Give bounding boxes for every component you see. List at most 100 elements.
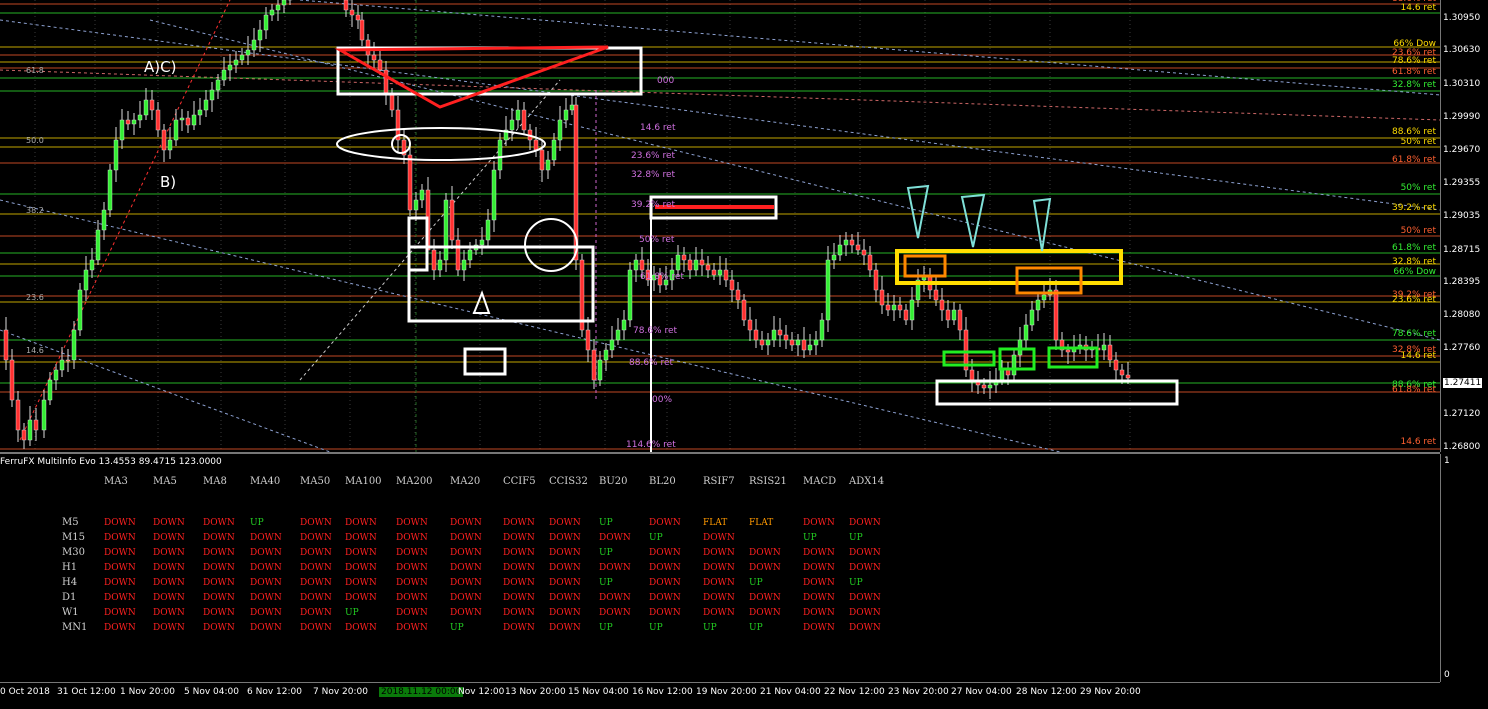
candle-down <box>521 109 527 131</box>
signal-cell: DOWN <box>396 533 428 543</box>
timeframe-label: H1 <box>62 562 78 573</box>
candle-up <box>557 119 563 141</box>
signal-cell: DOWN <box>549 623 581 633</box>
candle-down <box>873 269 879 291</box>
signal-cell: DOWN <box>250 563 282 573</box>
candle-up <box>203 99 209 111</box>
candle-up <box>239 54 245 61</box>
candle-down <box>753 329 759 341</box>
signal-cell: DOWN <box>450 608 482 618</box>
candle-down <box>855 244 861 251</box>
candle-up <box>245 49 251 56</box>
candle-down <box>1065 349 1071 353</box>
right-level-label: 78.6% ret <box>1391 329 1436 339</box>
price-axis[interactable]: 1.30950 1.30630 1.30310 1.29990 1.29670 1.293… <box>1440 0 1488 452</box>
main-price-plot[interactable]: A)C) B) 61.8 50.0 38.2 23.6 14.6 000 14.6 ret… <box>0 0 1440 452</box>
column-header: CCIF5 <box>503 476 536 487</box>
signal-cell: DOWN <box>104 548 136 558</box>
column-header: MA5 <box>153 476 177 487</box>
signal-cell: DOWN <box>549 533 581 543</box>
candle-down <box>33 419 39 431</box>
candle-up <box>173 119 179 141</box>
candle-up <box>419 189 425 201</box>
time-label: 19 Nov 20:00 <box>696 687 757 697</box>
signal-cell: UP <box>749 623 763 633</box>
chart-window[interactable]: A)C) B) 61.8 50.0 38.2 23.6 14.6 000 14.6 ret… <box>0 0 1488 708</box>
right-level-label: 14.6 ret <box>1400 351 1436 361</box>
signal-cell: DOWN <box>849 518 881 528</box>
candle-down <box>1113 359 1119 371</box>
signal-cell: UP <box>649 533 663 543</box>
column-header: MA200 <box>396 476 433 487</box>
right-level-label: 78.6% ret <box>1391 56 1436 66</box>
candle-down <box>1107 344 1113 361</box>
signal-cell: DOWN <box>104 563 136 573</box>
white-ellipse <box>336 127 546 161</box>
signal-cell: DOWN <box>503 533 535 543</box>
candle-up <box>275 4 281 11</box>
signal-cell: DOWN <box>153 533 185 543</box>
timeframe-label: MN1 <box>62 622 88 633</box>
candle-up <box>771 329 777 341</box>
time-axis[interactable]: 0 Oct 2018 31 Oct 12:00 1 Nov 20:00 5 Nov 0… <box>0 682 1440 709</box>
candle-down <box>455 239 461 271</box>
price-label: 1.29670 <box>1443 145 1481 155</box>
candle-up <box>545 159 551 171</box>
signal-cell: DOWN <box>203 548 235 558</box>
candle-up <box>101 209 107 231</box>
timeframe-label: M5 <box>62 517 79 528</box>
time-label: 21 Nov 04:00 <box>760 687 821 697</box>
candle-up <box>95 229 101 261</box>
candle-up <box>233 59 239 66</box>
signal-cell: DOWN <box>300 608 332 618</box>
dashed-trend-line <box>0 199 1061 452</box>
candle-down <box>65 359 71 362</box>
candle-down <box>1125 374 1131 379</box>
signal-cell: DOWN <box>703 608 735 618</box>
candle-down <box>355 14 361 21</box>
column-header: BL20 <box>649 476 676 487</box>
candle-up <box>825 259 831 321</box>
signal-cell: DOWN <box>549 593 581 603</box>
signal-cell: DOWN <box>396 518 428 528</box>
candle-down <box>3 329 9 361</box>
candle-up <box>795 339 801 346</box>
right-level-label: 23.6% ret <box>1391 295 1436 305</box>
time-label: 31 Oct 12:00 <box>57 687 116 697</box>
candle-down <box>903 309 909 321</box>
candle-up <box>999 369 1005 381</box>
timeframe-label: M15 <box>62 532 85 543</box>
column-header: RSIF7 <box>703 476 735 487</box>
candle-up <box>131 119 137 125</box>
signal-cell: DOWN <box>849 563 881 573</box>
candle-down <box>1053 289 1059 341</box>
candle-up <box>77 289 83 331</box>
candle-down <box>585 329 591 351</box>
price-chart-canvas[interactable] <box>0 0 1440 452</box>
signal-cell: UP <box>599 623 613 633</box>
price-label: 1.28715 <box>1443 245 1481 255</box>
dashed-trend-line <box>0 19 1440 211</box>
signal-cell: DOWN <box>300 548 332 558</box>
retracement-label: 50% ret <box>639 235 675 245</box>
candle-down <box>431 249 437 271</box>
signal-cell: DOWN <box>250 608 282 618</box>
candle-up <box>269 9 275 16</box>
candle-down <box>349 9 355 16</box>
signal-cell: DOWN <box>104 593 136 603</box>
time-label: 5 Nov 04:00 <box>184 687 239 697</box>
retracement-label: 61.8% ret <box>640 272 685 282</box>
candle-up <box>413 199 419 211</box>
signal-cell: DOWN <box>396 548 428 558</box>
right-level-label: 14.6 ret <box>1400 3 1436 13</box>
signal-cell: DOWN <box>503 593 535 603</box>
signal-cell: DOWN <box>450 563 482 573</box>
candle-down <box>957 309 963 331</box>
signal-cell: DOWN <box>104 533 136 543</box>
candle-up <box>41 399 47 431</box>
signal-cell: UP <box>599 518 613 528</box>
signal-cell: DOWN <box>203 608 235 618</box>
candle-down <box>735 289 741 301</box>
signal-cell: DOWN <box>345 578 377 588</box>
indicator-axis: 1 0 <box>1440 454 1488 682</box>
